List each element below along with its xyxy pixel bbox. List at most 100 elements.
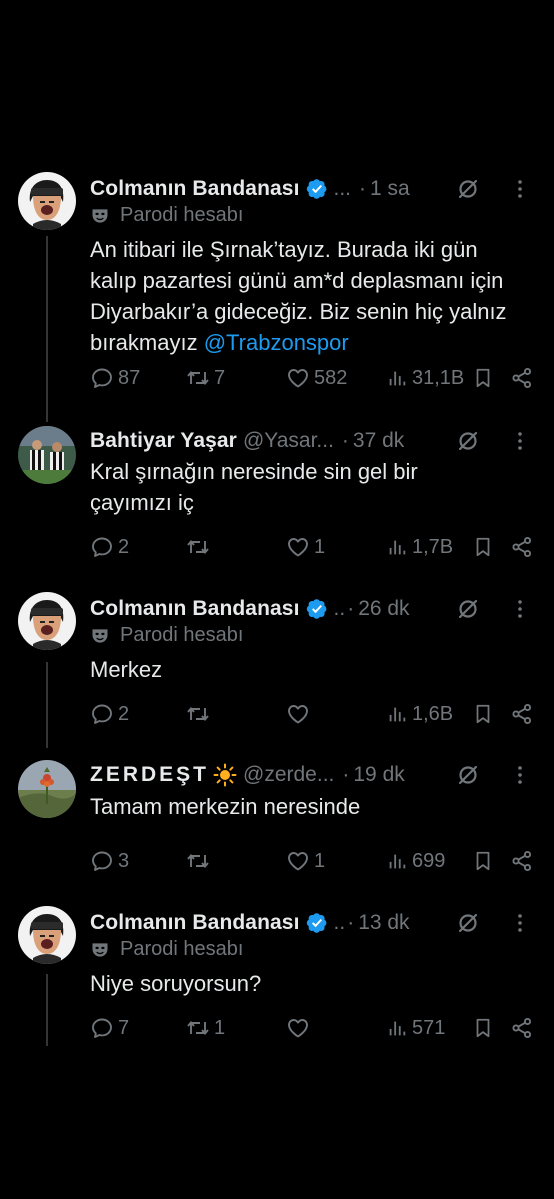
retweet-button[interactable] xyxy=(186,699,214,729)
grok-icon[interactable] xyxy=(456,429,480,453)
tweet-header: Colmanın Bandanası .. · 26 dk xyxy=(90,594,532,624)
tweet-header: Bahtiyar Yaşar @Yasar... · 37 dk xyxy=(90,426,532,456)
views-button[interactable]: 1,7B xyxy=(386,532,453,562)
grok-icon[interactable] xyxy=(456,597,480,621)
bookmark-button[interactable] xyxy=(472,846,498,876)
reply-button[interactable]: 2 xyxy=(90,699,129,729)
parody-label: Parodi hesabı xyxy=(90,938,243,961)
avatar[interactable] xyxy=(18,906,76,964)
bookmark-icon xyxy=(472,536,494,558)
share-icon xyxy=(510,849,534,873)
avatar[interactable] xyxy=(18,172,76,230)
handle[interactable]: .. xyxy=(334,597,346,621)
thread: Colmanın Bandanası ... · 1 sa Parodi hes… xyxy=(0,0,554,1199)
like-button[interactable]: 1 xyxy=(286,532,325,562)
theater-mask-icon xyxy=(90,940,110,960)
timestamp[interactable]: 19 dk xyxy=(353,763,404,787)
bookmark-button[interactable] xyxy=(472,532,498,562)
retweet-button[interactable] xyxy=(186,532,214,562)
display-name[interactable]: Colmanın Bandanası xyxy=(90,597,300,621)
reply-count: 2 xyxy=(118,535,130,558)
thread-line xyxy=(46,974,48,1046)
bookmark-icon xyxy=(472,850,494,872)
more-icon[interactable] xyxy=(508,597,532,621)
views-icon xyxy=(386,850,408,872)
avatar[interactable] xyxy=(18,592,76,650)
like-button[interactable] xyxy=(286,1013,314,1043)
timestamp[interactable]: 37 dk xyxy=(353,429,404,453)
reply-button[interactable]: 2 xyxy=(90,532,129,562)
timestamp[interactable]: 13 dk xyxy=(358,911,409,935)
share-button[interactable] xyxy=(510,699,538,729)
share-button[interactable] xyxy=(510,363,538,393)
display-name[interactable]: Colmanın Bandanası xyxy=(90,911,300,935)
more-icon[interactable] xyxy=(508,911,532,935)
parody-label: Parodi hesabı xyxy=(90,624,243,647)
parody-text: Parodi hesabı xyxy=(120,624,244,646)
verified-badge-icon xyxy=(306,598,328,620)
avatar[interactable] xyxy=(18,426,76,484)
reply-button[interactable]: 87 xyxy=(90,363,140,393)
more-icon[interactable] xyxy=(508,763,532,787)
like-button[interactable] xyxy=(286,699,314,729)
grok-icon[interactable] xyxy=(456,911,480,935)
handle[interactable]: .. xyxy=(334,911,346,935)
separator-dot: · xyxy=(359,177,367,200)
view-count: 1,7B xyxy=(412,535,454,558)
share-button[interactable] xyxy=(510,1013,538,1043)
more-icon[interactable] xyxy=(508,177,532,201)
display-name[interactable]: ZERDEŞT xyxy=(90,763,209,787)
separator-dot: · xyxy=(347,911,355,934)
share-icon xyxy=(510,535,534,559)
grok-icon[interactable] xyxy=(456,177,480,201)
reply-icon xyxy=(90,702,114,726)
share-button[interactable] xyxy=(510,532,538,562)
share-button[interactable] xyxy=(510,846,538,876)
verified-badge-icon xyxy=(306,178,328,200)
views-icon xyxy=(386,536,408,558)
heart-icon xyxy=(286,702,310,726)
like-button[interactable]: 582 xyxy=(286,363,347,393)
timestamp[interactable]: 26 dk xyxy=(358,597,409,621)
bookmark-button[interactable] xyxy=(472,363,498,393)
display-name[interactable]: Bahtiyar Yaşar xyxy=(90,429,237,453)
tweet-text: Kral şırnağın neresinde sin gel bir çayı… xyxy=(90,459,418,515)
retweet-icon xyxy=(186,1016,210,1040)
retweet-button[interactable]: 7 xyxy=(186,363,225,393)
avatar[interactable] xyxy=(18,760,76,818)
bookmark-icon xyxy=(472,367,494,389)
share-icon xyxy=(510,702,534,726)
views-button[interactable]: 571 xyxy=(386,1013,445,1043)
reply-button[interactable]: 3 xyxy=(90,846,129,876)
views-icon xyxy=(386,703,408,725)
action-bar: 2 1 1,7B xyxy=(90,532,534,562)
handle[interactable]: @Yasar... xyxy=(243,429,334,453)
views-icon xyxy=(386,367,408,389)
retweet-button[interactable] xyxy=(186,846,214,876)
like-count: 1 xyxy=(314,849,326,872)
views-button[interactable]: 1,6B xyxy=(386,699,453,729)
heart-icon xyxy=(286,535,310,559)
reply-button[interactable]: 7 xyxy=(90,1013,129,1043)
separator-dot: · xyxy=(347,597,355,620)
handle[interactable]: @zerde... xyxy=(243,763,334,787)
tweet-header: ZERDEŞT @zerde... · 19 dk xyxy=(90,760,532,790)
view-count: 1,6B xyxy=(412,702,454,725)
views-button[interactable]: 699 xyxy=(386,846,445,876)
reply-count: 87 xyxy=(118,366,141,389)
timestamp[interactable]: 1 sa xyxy=(370,177,410,201)
tweet-header: Colmanın Bandanası .. · 13 dk xyxy=(90,908,532,938)
bookmark-button[interactable] xyxy=(472,1013,498,1043)
bookmark-button[interactable] xyxy=(472,699,498,729)
grok-icon[interactable] xyxy=(456,763,480,787)
action-bar: 7 1 571 xyxy=(90,1013,534,1043)
display-name[interactable]: Colmanın Bandanası xyxy=(90,177,300,201)
views-button[interactable]: 31,1B xyxy=(386,363,464,393)
separator-dot: · xyxy=(342,763,350,786)
more-icon[interactable] xyxy=(508,429,532,453)
handle[interactable]: ... xyxy=(334,177,352,201)
like-button[interactable]: 1 xyxy=(286,846,325,876)
mention-link[interactable]: @Trabzonspor xyxy=(204,330,349,355)
retweet-button[interactable]: 1 xyxy=(186,1013,225,1043)
retweet-icon xyxy=(186,535,210,559)
